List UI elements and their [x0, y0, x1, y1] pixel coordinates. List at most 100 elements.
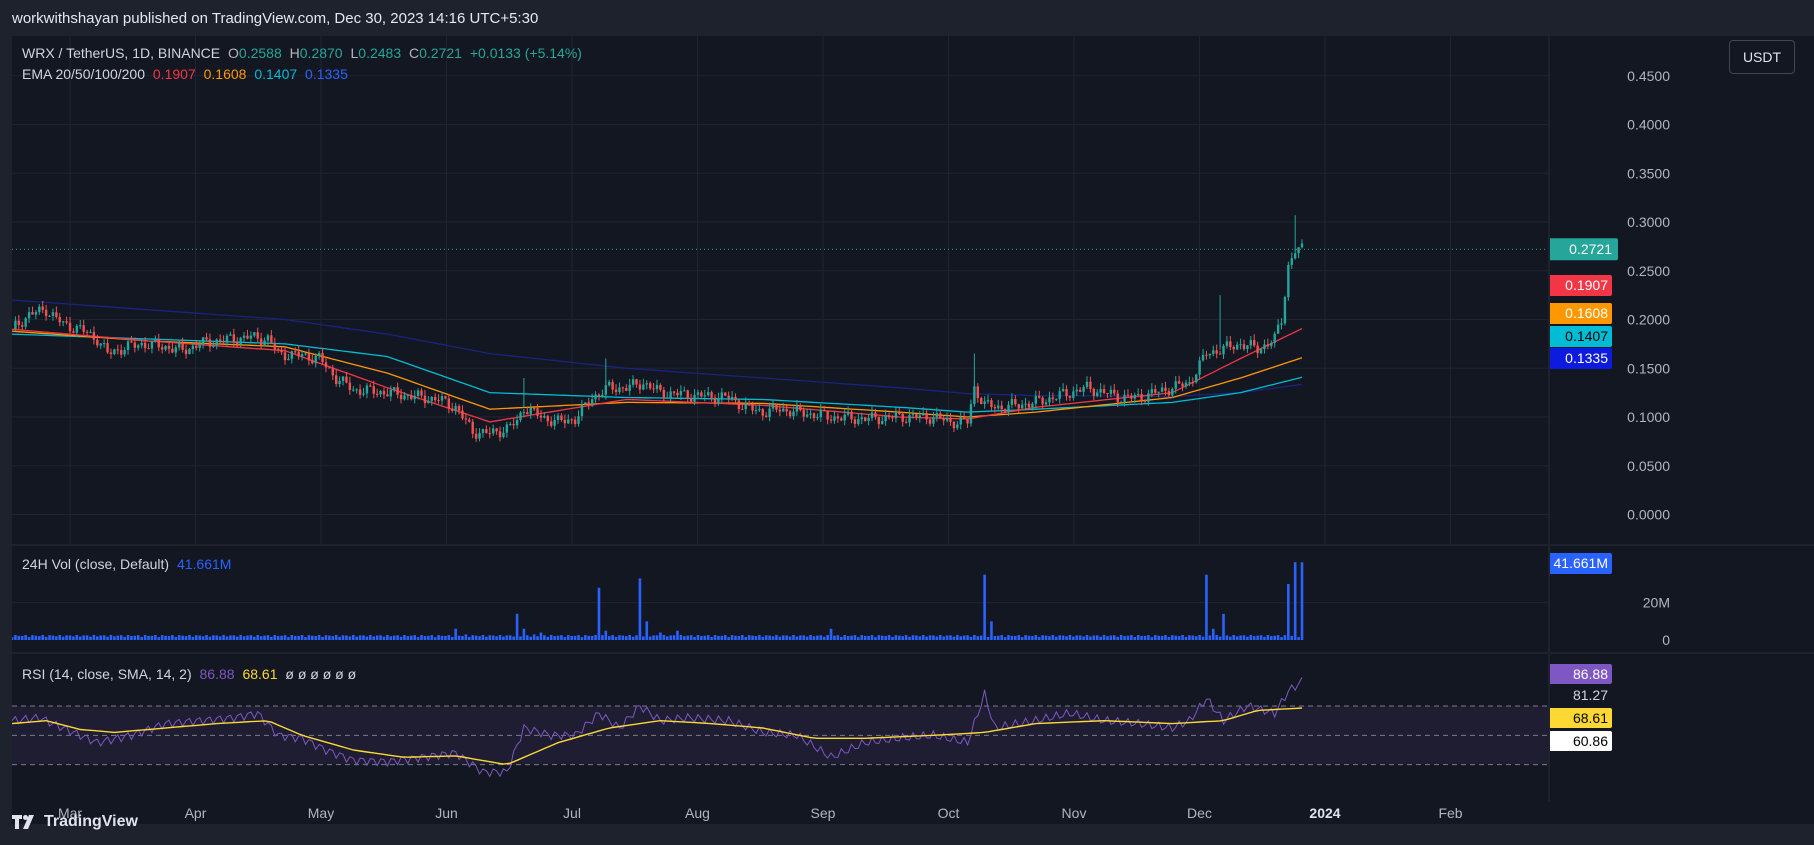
volume-bar	[723, 635, 727, 640]
volume-bar	[31, 635, 34, 640]
candle-body	[386, 394, 389, 397]
price-tick-label: 0.2000	[1627, 312, 1670, 328]
candle-body	[1164, 387, 1167, 392]
volume-bar	[833, 635, 836, 640]
candle-body	[61, 321, 65, 323]
volume-bar	[730, 635, 734, 640]
volume-bar	[382, 636, 386, 640]
volume-label[interactable]: 24H Vol (close, Default)	[22, 556, 169, 572]
volume-bar	[17, 635, 21, 640]
volume-chart[interactable]	[12, 546, 1548, 652]
candle-body	[795, 405, 799, 412]
footer-brand[interactable]: TradingView	[12, 813, 138, 831]
candle-body	[959, 416, 962, 425]
volume-axis-labels: 0 20M 41.661M	[1550, 553, 1670, 648]
volume-bar	[102, 635, 106, 640]
candle-body	[502, 432, 505, 438]
time-axis[interactable]: Mar Apr May Jun Jul Aug Sep Oct Nov Dec 2024 Feb	[12, 802, 1814, 824]
volume-bar	[956, 634, 959, 640]
volume-bar	[89, 636, 92, 640]
volume-bar	[1263, 636, 1266, 640]
symbol-name[interactable]: WRX / TetherUS, 1D, BINANCE	[22, 45, 220, 61]
volume-bar	[311, 635, 314, 640]
candle-body	[120, 350, 123, 355]
volume-bar	[1174, 635, 1178, 640]
volume-bar	[283, 635, 287, 640]
candle-body	[669, 391, 672, 398]
candle-body	[150, 340, 154, 349]
candle-body	[1109, 389, 1113, 394]
candle-body	[853, 419, 857, 424]
price-axis[interactable]: 0.0000 0.0500 0.1000 0.1500 0.2000 0.2500 0.30…	[1550, 36, 1814, 544]
candle-body	[212, 345, 215, 347]
volume-bar	[1222, 613, 1225, 640]
candle-body	[181, 343, 184, 350]
volume-bar	[1201, 636, 1205, 640]
candle-body	[983, 401, 986, 404]
volume-bar	[1003, 637, 1007, 640]
volume-bar	[239, 634, 242, 640]
candle-body	[106, 343, 109, 353]
candle-body	[819, 410, 823, 418]
volume-axis[interactable]: 0 20M 41.661M	[1550, 546, 1814, 652]
rsi-axis[interactable]: 86.88 81.27 68.61 60.86	[1550, 654, 1814, 802]
currency-button[interactable]: USDT	[1729, 40, 1795, 74]
volume-bar	[1099, 636, 1102, 640]
volume-bar	[867, 635, 870, 640]
candle-body	[1273, 333, 1276, 343]
candle-body	[901, 413, 904, 422]
candle-body	[550, 421, 553, 426]
candle-body	[1259, 349, 1263, 354]
volume-bar	[751, 635, 754, 640]
candle-body	[1157, 391, 1160, 393]
volume-bar	[1082, 636, 1085, 640]
candle-body	[843, 414, 846, 421]
candle-body	[877, 417, 881, 425]
candle-body	[222, 340, 225, 342]
candle-body	[266, 335, 270, 341]
ema50-value: 0.1608	[203, 66, 247, 82]
volume-bar	[167, 636, 171, 640]
candle-body	[406, 395, 410, 397]
candle-body	[826, 411, 829, 420]
candle-body	[461, 410, 464, 419]
candle-body	[1065, 389, 1068, 397]
volume-bar	[1034, 635, 1038, 640]
candle-body	[713, 397, 717, 404]
price-tick-label: 0.2500	[1627, 263, 1670, 279]
candle-body	[51, 312, 55, 316]
volume-bar	[874, 637, 877, 640]
time-tick-label: Sep	[811, 805, 836, 821]
candle-body	[672, 391, 676, 393]
price-chart[interactable]	[12, 36, 1548, 544]
candle-body	[1089, 381, 1092, 389]
volume-bar	[392, 635, 396, 640]
candle-body	[1143, 400, 1147, 402]
candle-body	[444, 396, 447, 399]
candle-body	[799, 405, 802, 411]
candle-body	[437, 400, 440, 402]
volume-bar	[1194, 636, 1198, 640]
candle-body	[478, 432, 481, 439]
volume-bar	[584, 635, 587, 640]
volume-bar	[12, 637, 14, 640]
volume-bar	[1119, 634, 1123, 640]
candle-body	[208, 339, 212, 347]
candle-body	[1130, 395, 1133, 399]
candle-body	[17, 320, 21, 326]
volume-bar	[734, 635, 737, 640]
rsi-label[interactable]: RSI (14, close, SMA, 14, 2)	[22, 666, 192, 682]
volume-bar	[983, 574, 986, 640]
candle-body	[345, 376, 348, 383]
volume-pane[interactable]	[12, 546, 1548, 652]
ema-label[interactable]: EMA 20/50/100/200	[22, 66, 145, 82]
volume-bar	[307, 635, 311, 640]
price-pane[interactable]	[12, 36, 1548, 544]
volume-bar	[389, 636, 393, 640]
volume-bar	[171, 635, 174, 640]
volume-bar	[976, 636, 980, 640]
volume-bar	[1126, 635, 1130, 640]
volume-bar	[809, 634, 812, 640]
candle-body	[802, 410, 805, 417]
ema200-value: 0.1335	[305, 66, 348, 82]
